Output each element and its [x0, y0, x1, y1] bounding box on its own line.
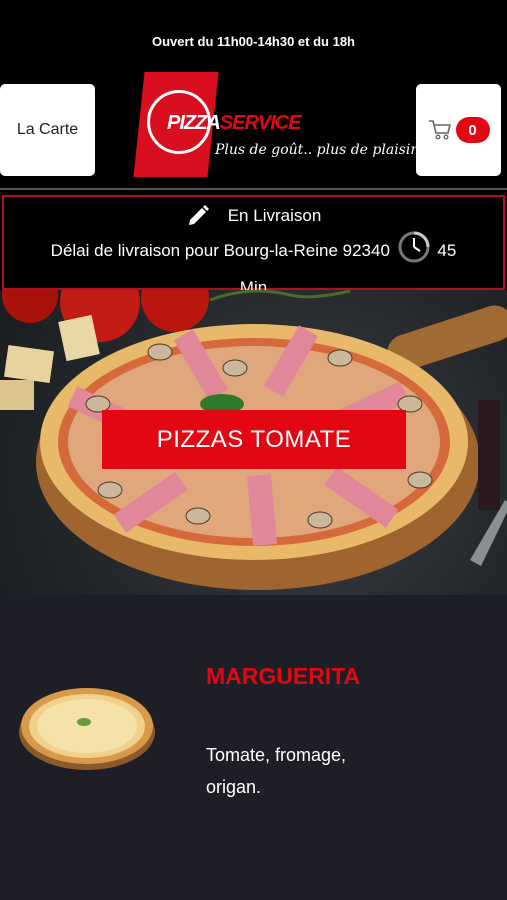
category-button[interactable]: PIZZAS TOMATE — [102, 410, 406, 469]
header: La Carte PIZZASERVICE Plus de goût.. plu… — [0, 72, 507, 178]
logo-word-pizza: PIZZA — [167, 112, 221, 134]
product-name: MARGUERITA — [206, 663, 361, 689]
delivery-text: Délai de livraison pour Bourg-la-Reine 9… — [50, 240, 390, 260]
product-image — [19, 688, 155, 770]
logo[interactable]: PIZZASERVICE Plus de goût.. plus de plai… — [133, 72, 427, 182]
cart-icon — [428, 120, 451, 140]
menu-button[interactable]: La Carte — [0, 84, 95, 176]
delivery-time-value: 45 — [437, 240, 457, 260]
delivery-info-panel[interactable]: En Livraison Délai de livraison pour Bou… — [2, 195, 505, 297]
delivery-mode-row[interactable]: En Livraison — [4, 201, 503, 230]
category-hero[interactable]: PIZZAS TOMATE — [0, 290, 507, 595]
header-divider — [0, 188, 507, 190]
pencil-icon[interactable] — [186, 204, 210, 228]
cart-button[interactable]: 0 — [416, 84, 501, 176]
clock-icon — [397, 230, 431, 273]
product-description: Tomate, fromage, origan. — [206, 745, 347, 797]
cart-count-badge: 0 — [455, 117, 490, 143]
logo-word-service: SERVICE — [219, 112, 302, 134]
delivery-delay-row: Délai de livraison pour Bourg-la-Reine 9… — [4, 230, 503, 273]
opening-hours: Ouvert du 11h00-14h30 et du 18h — [151, 34, 356, 49]
product-item[interactable]: MARGUERITA Tomate, fromage, origan. — [0, 595, 507, 900]
delivery-mode: En Livraison — [227, 206, 322, 225]
logo-wordmark: PIZZASERVICE — [167, 112, 302, 135]
logo-tagline: Plus de goût.. plus de plaisir ! — [215, 142, 428, 158]
